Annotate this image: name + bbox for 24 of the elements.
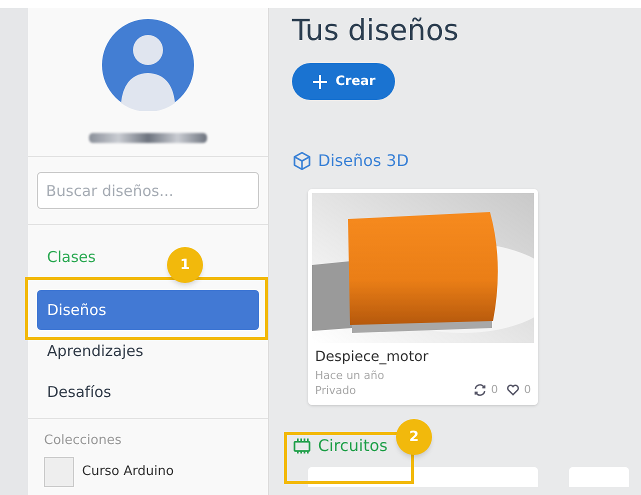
design-card[interactable] <box>308 467 538 487</box>
create-button[interactable]: Crear <box>292 63 395 100</box>
sidebar-item[interactable]: Aprendizajes <box>37 331 259 371</box>
design-name[interactable]: Despiece_motor <box>315 347 531 368</box>
remix-icon <box>473 382 487 397</box>
design-privacy: Privado <box>315 383 357 398</box>
chip-icon <box>292 436 312 456</box>
section-heading: Diseños 3D <box>318 150 409 172</box>
cube-icon <box>292 151 312 171</box>
design-date: Hace un año <box>315 368 384 383</box>
heart-icon <box>506 382 520 397</box>
collection-item[interactable]: Curso Arduino <box>82 462 174 482</box>
collections-heading: Colecciones <box>44 432 123 450</box>
plus-icon <box>312 74 328 90</box>
design-card[interactable]: Despiece_motor Hace un año Privado 0 0 <box>308 189 538 405</box>
like-count: 0 <box>524 382 531 398</box>
remix-count: 0 <box>491 382 498 398</box>
page-title: Tus diseños <box>292 12 460 49</box>
avatar-icon <box>102 19 194 111</box>
collection-thumbnail <box>44 456 74 486</box>
section-heading: Circuitos <box>318 435 388 457</box>
search-field[interactable]: Buscar diseños... <box>37 172 259 209</box>
sidebar-item[interactable]: Diseños <box>37 290 259 330</box>
sidebar-item[interactable]: Desafíos <box>37 372 259 412</box>
